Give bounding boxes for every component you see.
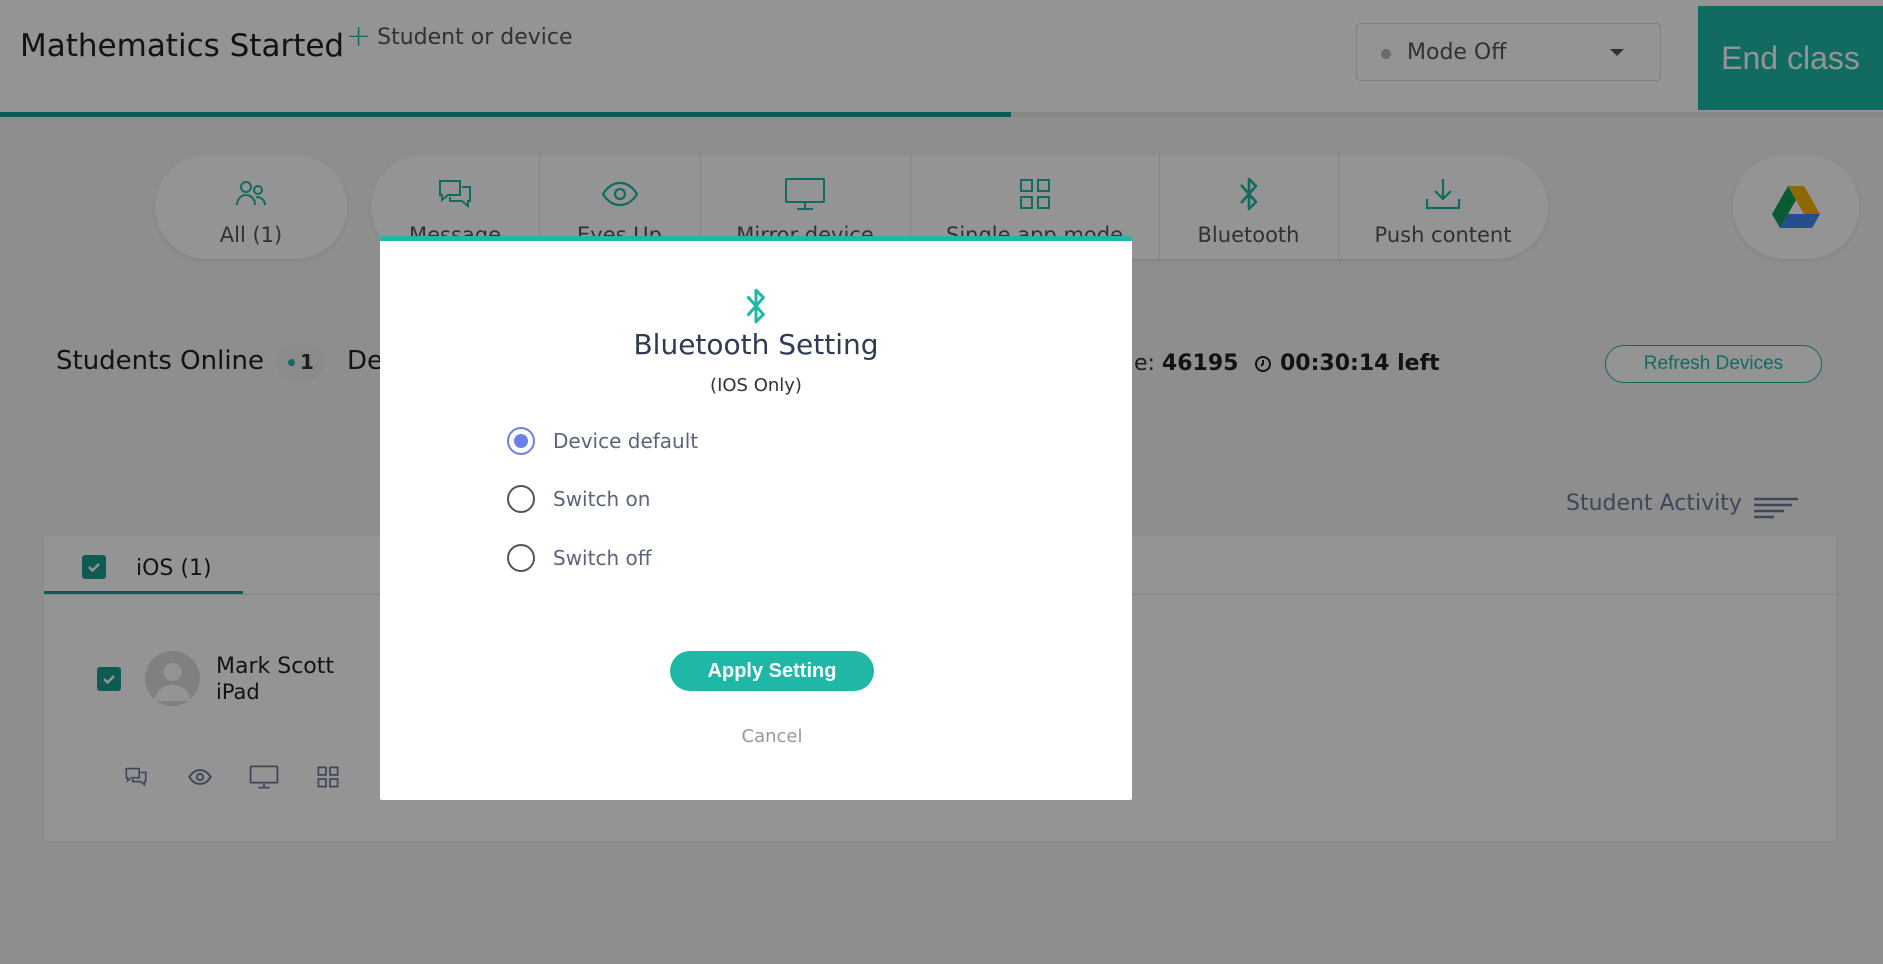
option-device-default[interactable]: Device default [507, 427, 698, 455]
cancel-link[interactable]: Cancel [380, 726, 1164, 747]
apply-setting-button[interactable]: Apply Setting [670, 651, 874, 691]
option-label: Switch on [553, 487, 651, 511]
dialog-title: Bluetooth Setting [633, 328, 879, 361]
dialog-subtitle: (IOS Only) [710, 375, 802, 396]
radio-switch-on[interactable] [507, 485, 535, 513]
bluetooth-icon [744, 286, 768, 330]
radio-switch-off[interactable] [507, 544, 535, 572]
radio-device-default[interactable] [507, 427, 535, 455]
option-switch-on[interactable]: Switch on [507, 485, 650, 513]
option-label: Device default [553, 429, 699, 453]
option-label: Switch off [553, 546, 652, 570]
option-switch-off[interactable]: Switch off [507, 544, 652, 572]
bluetooth-setting-dialog: Bluetooth Setting (IOS Only) Device defa… [380, 236, 1132, 800]
